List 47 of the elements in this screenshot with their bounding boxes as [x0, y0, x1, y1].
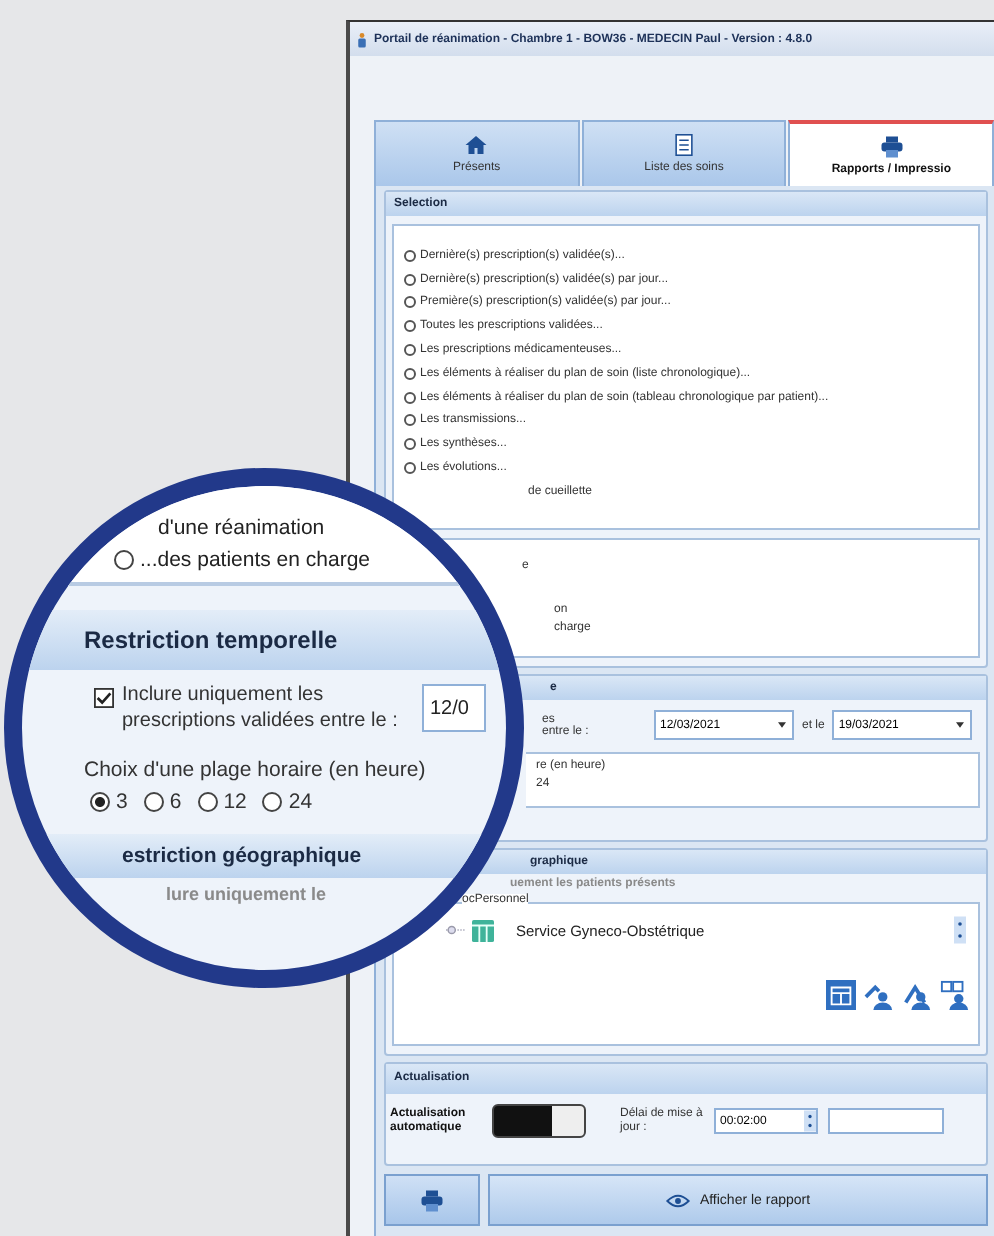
radio-button[interactable]: [114, 550, 134, 570]
radio-option[interactable]: 12: [197, 790, 247, 814]
radio-button[interactable]: [90, 792, 110, 812]
spinner-arrows-icon[interactable]: [954, 916, 966, 944]
radio-button[interactable]: [197, 792, 218, 812]
option-label: d'une réanimation: [156, 514, 327, 542]
radio-button[interactable]: [404, 462, 416, 475]
section-title: estriction géographique: [122, 844, 362, 868]
app-icon: [356, 31, 368, 47]
radio-button[interactable]: [404, 414, 416, 427]
print-button[interactable]: [384, 1174, 480, 1226]
radio-button[interactable]: [404, 344, 416, 357]
eye-icon: [665, 1193, 690, 1207]
input-field[interactable]: [828, 1108, 944, 1134]
toggle-switch[interactable]: [492, 1104, 586, 1138]
person-group-icon[interactable]: [864, 980, 894, 1010]
person-grid-icon[interactable]: [940, 980, 970, 1010]
date-field[interactable]: 12/0: [422, 684, 486, 732]
caret-icon: [956, 722, 965, 728]
radio-option[interactable]: 24: [262, 790, 313, 814]
checkbox-option[interactable]: Inclure uniquement les prescriptions validées entre le :: [94, 682, 414, 734]
radio-button[interactable]: [404, 320, 416, 333]
printer-icon: [879, 135, 904, 157]
checkbox[interactable]: [94, 688, 114, 708]
table-icon[interactable]: [826, 980, 856, 1010]
section-title: Restriction temporelle: [84, 626, 338, 654]
group-legend: Choix d'une plage horaire (en heure): [22, 734, 506, 782]
radio-option[interactable]: 6: [143, 790, 182, 814]
checkbox-label: lure uniquement le: [166, 884, 327, 904]
radio-button[interactable]: [262, 792, 283, 812]
home-icon: [464, 134, 489, 156]
radio-button[interactable]: [404, 249, 416, 262]
radio-button[interactable]: [404, 391, 416, 404]
spinner-arrows-icon[interactable]: [804, 1110, 816, 1132]
person-group-icon[interactable]: [902, 980, 932, 1010]
radio-button[interactable]: [404, 438, 416, 451]
expand-icon[interactable]: [446, 924, 466, 936]
list-icon: [672, 134, 696, 156]
radio-button[interactable]: [143, 792, 164, 812]
grid-icon: [472, 919, 494, 941]
radio-option[interactable]: ...des patients en charge: [22, 546, 506, 574]
caret-icon: [778, 722, 786, 728]
radio-button[interactable]: [404, 273, 416, 286]
radio-button[interactable]: [404, 296, 416, 309]
radio-option[interactable]: 3: [90, 790, 128, 814]
printer-icon: [420, 1189, 444, 1211]
radio-button[interactable]: [404, 367, 416, 380]
